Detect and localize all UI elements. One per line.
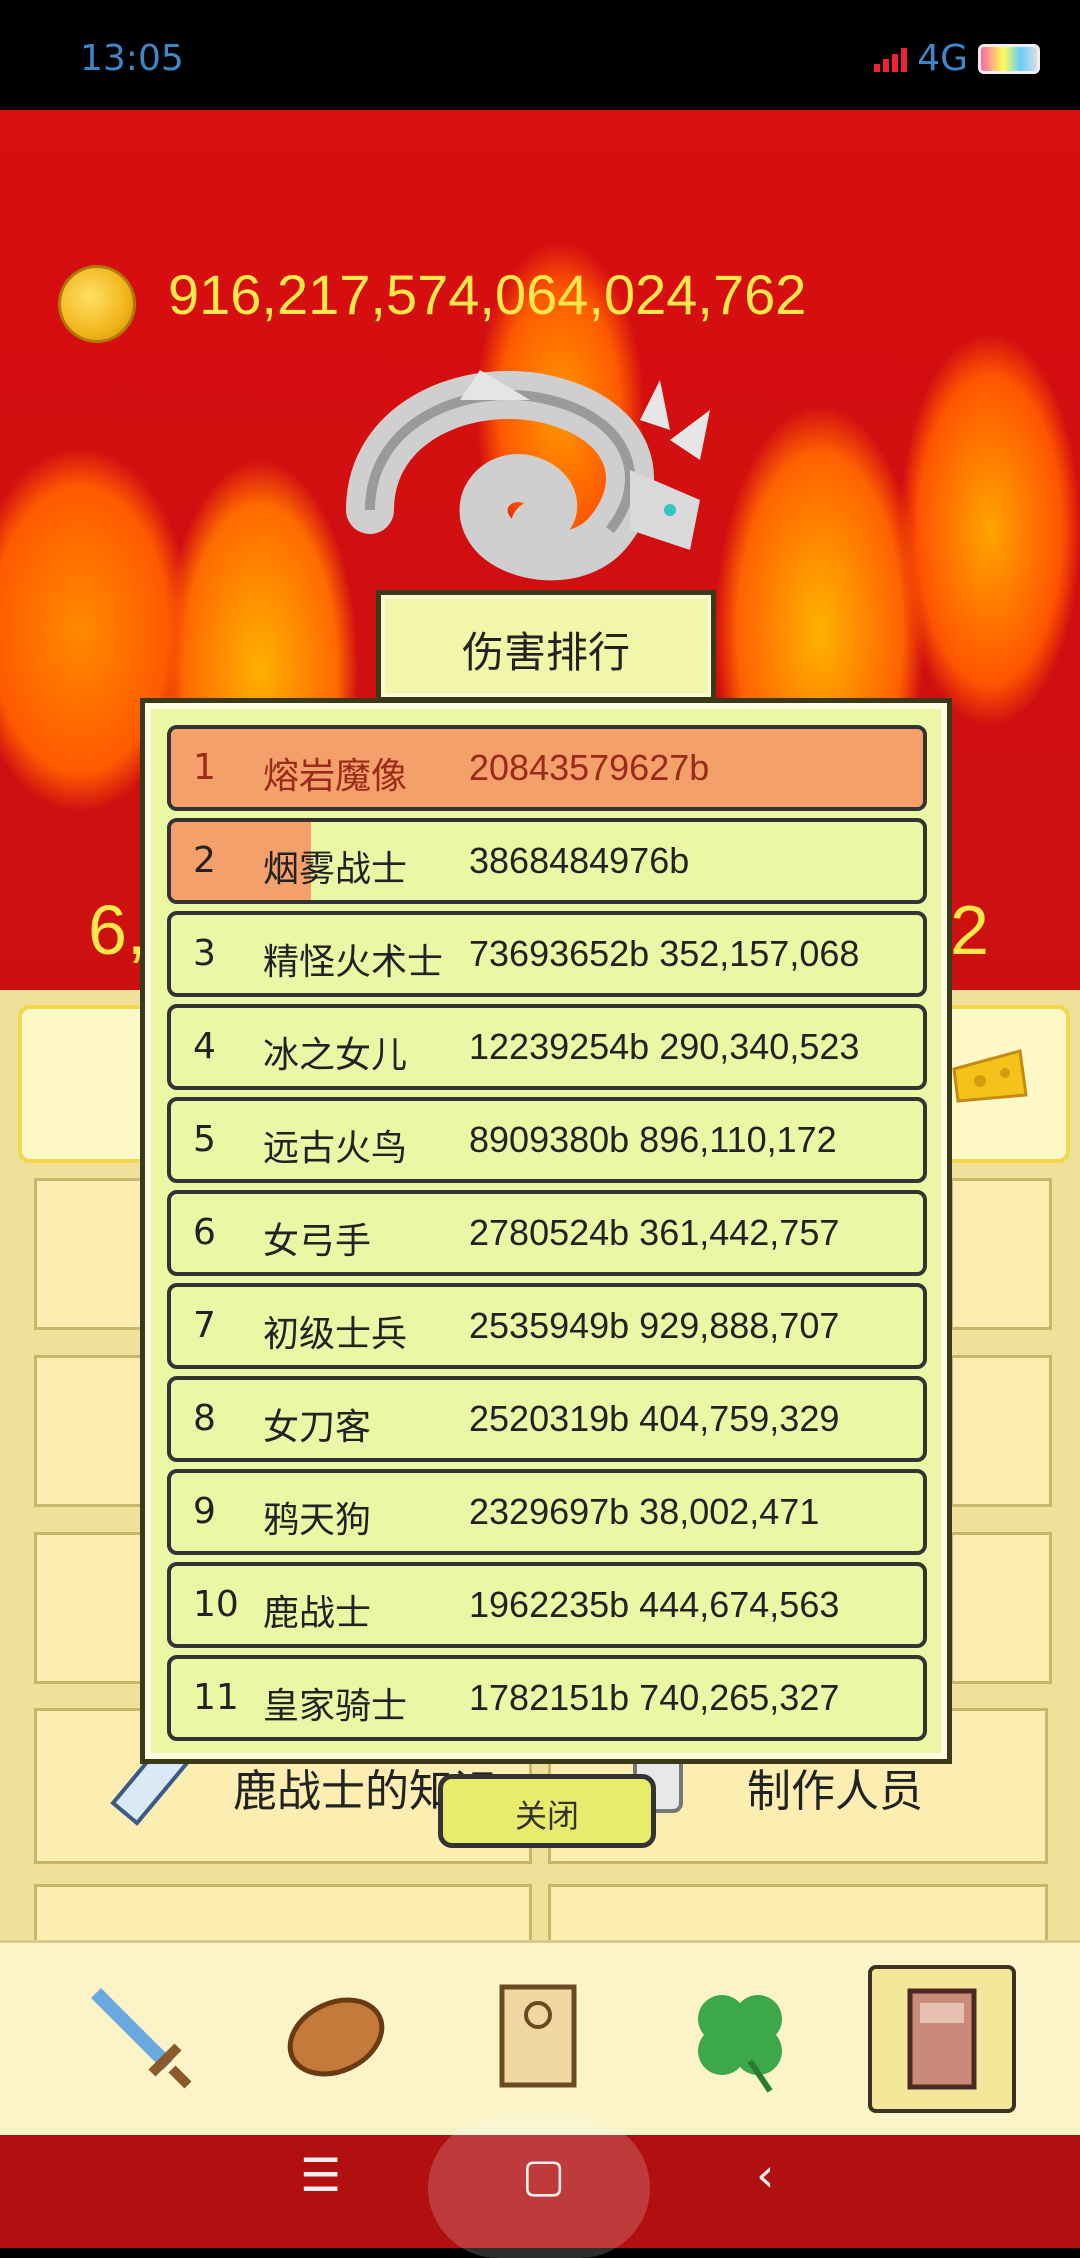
ranking-name: 女刀客 [263,1407,372,1448]
battery-icon [978,43,1040,74]
dragon-boss-icon [346,370,710,581]
close-button-label: 关闭 [514,1797,579,1835]
status-bar: 13:05 4G [0,0,1080,110]
ranking-value: 2329697b 38,002,471 [469,1491,820,1532]
ranking-value: 1782151b 740,265,327 [469,1677,840,1718]
tab-bread[interactable] [266,1965,406,2105]
ranking-row: 5 远古火鸟 8909380b 896,110,172 [167,1097,927,1183]
ranking-row: 6 女弓手 2780524b 361,442,757 [167,1190,927,1276]
ranking-name: 远古火鸟 [263,1128,408,1169]
ranking-name: 鸦天狗 [263,1500,372,1541]
ranking-name: 冰之女儿 [263,1035,408,1076]
bread-icon [287,1997,385,2077]
bg-number-left: 6, [88,891,147,969]
ranking-rank: 2 [193,840,216,881]
menu-tile[interactable] [950,1532,1052,1684]
ranking-row: 10 鹿战士 1962235b 444,674,563 [167,1562,927,1648]
ranking-value: 73693652b 352,157,068 [469,933,860,974]
bg-number-right: 2 [950,891,989,969]
ranking-name: 鹿战士 [263,1593,372,1634]
tab-sword[interactable] [68,1965,208,2105]
ranking-row: 2 烟雾战士 3868484976b [167,818,927,904]
ranking-row: 4 冰之女儿 12239254b 290,340,523 [167,1004,927,1090]
tab-clover[interactable] [670,1965,810,2105]
ranking-title: 伤害排行 [461,628,630,677]
ranking-title-box: 伤害排行 [376,590,716,702]
ranking-rank: 11 [193,1677,239,1718]
ranking-value: 20843579627b [469,747,710,788]
menu-tile[interactable] [950,1355,1052,1507]
ranking-name: 熔岩魔像 [263,756,408,797]
home-nav-button[interactable]: ▢ [522,2148,565,2202]
gold-amount: 916,217,574,064,024,762 [168,263,807,326]
ranking-rank: 5 [193,1119,216,1160]
ranking-value: 8909380b 896,110,172 [469,1119,837,1160]
ranking-name: 初级士兵 [263,1314,408,1355]
ranking-row: 11 皇家骑士 1782151b 740,265,327 [167,1655,927,1741]
ranking-name: 皇家骑士 [263,1686,408,1727]
ranking-value: 3868484976b [469,840,690,881]
ranking-row: 9 鸦天狗 2329697b 38,002,471 [167,1469,927,1555]
ranking-rank: 1 [193,747,216,788]
ranking-rank: 9 [193,1491,216,1532]
ranking-rank: 10 [193,1584,239,1625]
status-time: 13:05 [80,38,184,79]
ranking-rank: 7 [193,1305,216,1346]
cheese-icon [952,1049,1028,1103]
ranking-row: 8 女刀客 2520319b 404,759,329 [167,1376,927,1462]
signal-icon [874,46,908,72]
network-type: 4G [917,38,968,79]
scroll-icon [499,1984,577,2088]
ranking-value: 12239254b 290,340,523 [469,1026,860,1067]
damage-ranking-modal: 1 熔岩魔像 20843579627b 2 烟雾战士 3868484976b 3 精怪火术士 7… [140,698,952,1764]
ranking-value: 2520319b 404,759,329 [469,1398,840,1439]
ranking-rank: 6 [193,1212,216,1253]
tile-label-credits: 制作人员 [747,1766,923,1817]
ranking-value: 2535949b 929,888,707 [469,1305,840,1346]
ranking-rank: 8 [193,1398,216,1439]
ranking-name: 女弓手 [263,1221,372,1262]
ranking-row: 7 初级士兵 2535949b 929,888,707 [167,1283,927,1369]
ranking-name: 烟雾战士 [263,849,408,890]
sword-icon [91,1988,192,2089]
tab-book[interactable] [868,1965,1016,2113]
ranking-value: 1962235b 444,674,563 [469,1584,840,1625]
menu-tile[interactable] [950,1178,1052,1330]
ranking-value: 2780524b 361,442,757 [469,1212,840,1253]
back-nav-button[interactable]: ‹ [756,2148,774,2202]
ranking-name: 精怪火术士 [263,942,444,983]
menu-nav-button[interactable]: ☰ [300,2148,341,2202]
ranking-row: 3 精怪火术士 73693652b 352,157,068 [167,911,927,997]
gold-coin-icon [58,265,136,343]
close-button[interactable]: 关闭 [438,1774,656,1848]
ranking-rank: 4 [193,1026,216,1067]
clover-icon [698,1995,782,2093]
ranking-row: 1 熔岩魔像 20843579627b [167,725,927,811]
book-icon [907,1988,977,2090]
ranking-rank: 3 [193,933,216,974]
tab-scroll[interactable] [468,1965,608,2105]
